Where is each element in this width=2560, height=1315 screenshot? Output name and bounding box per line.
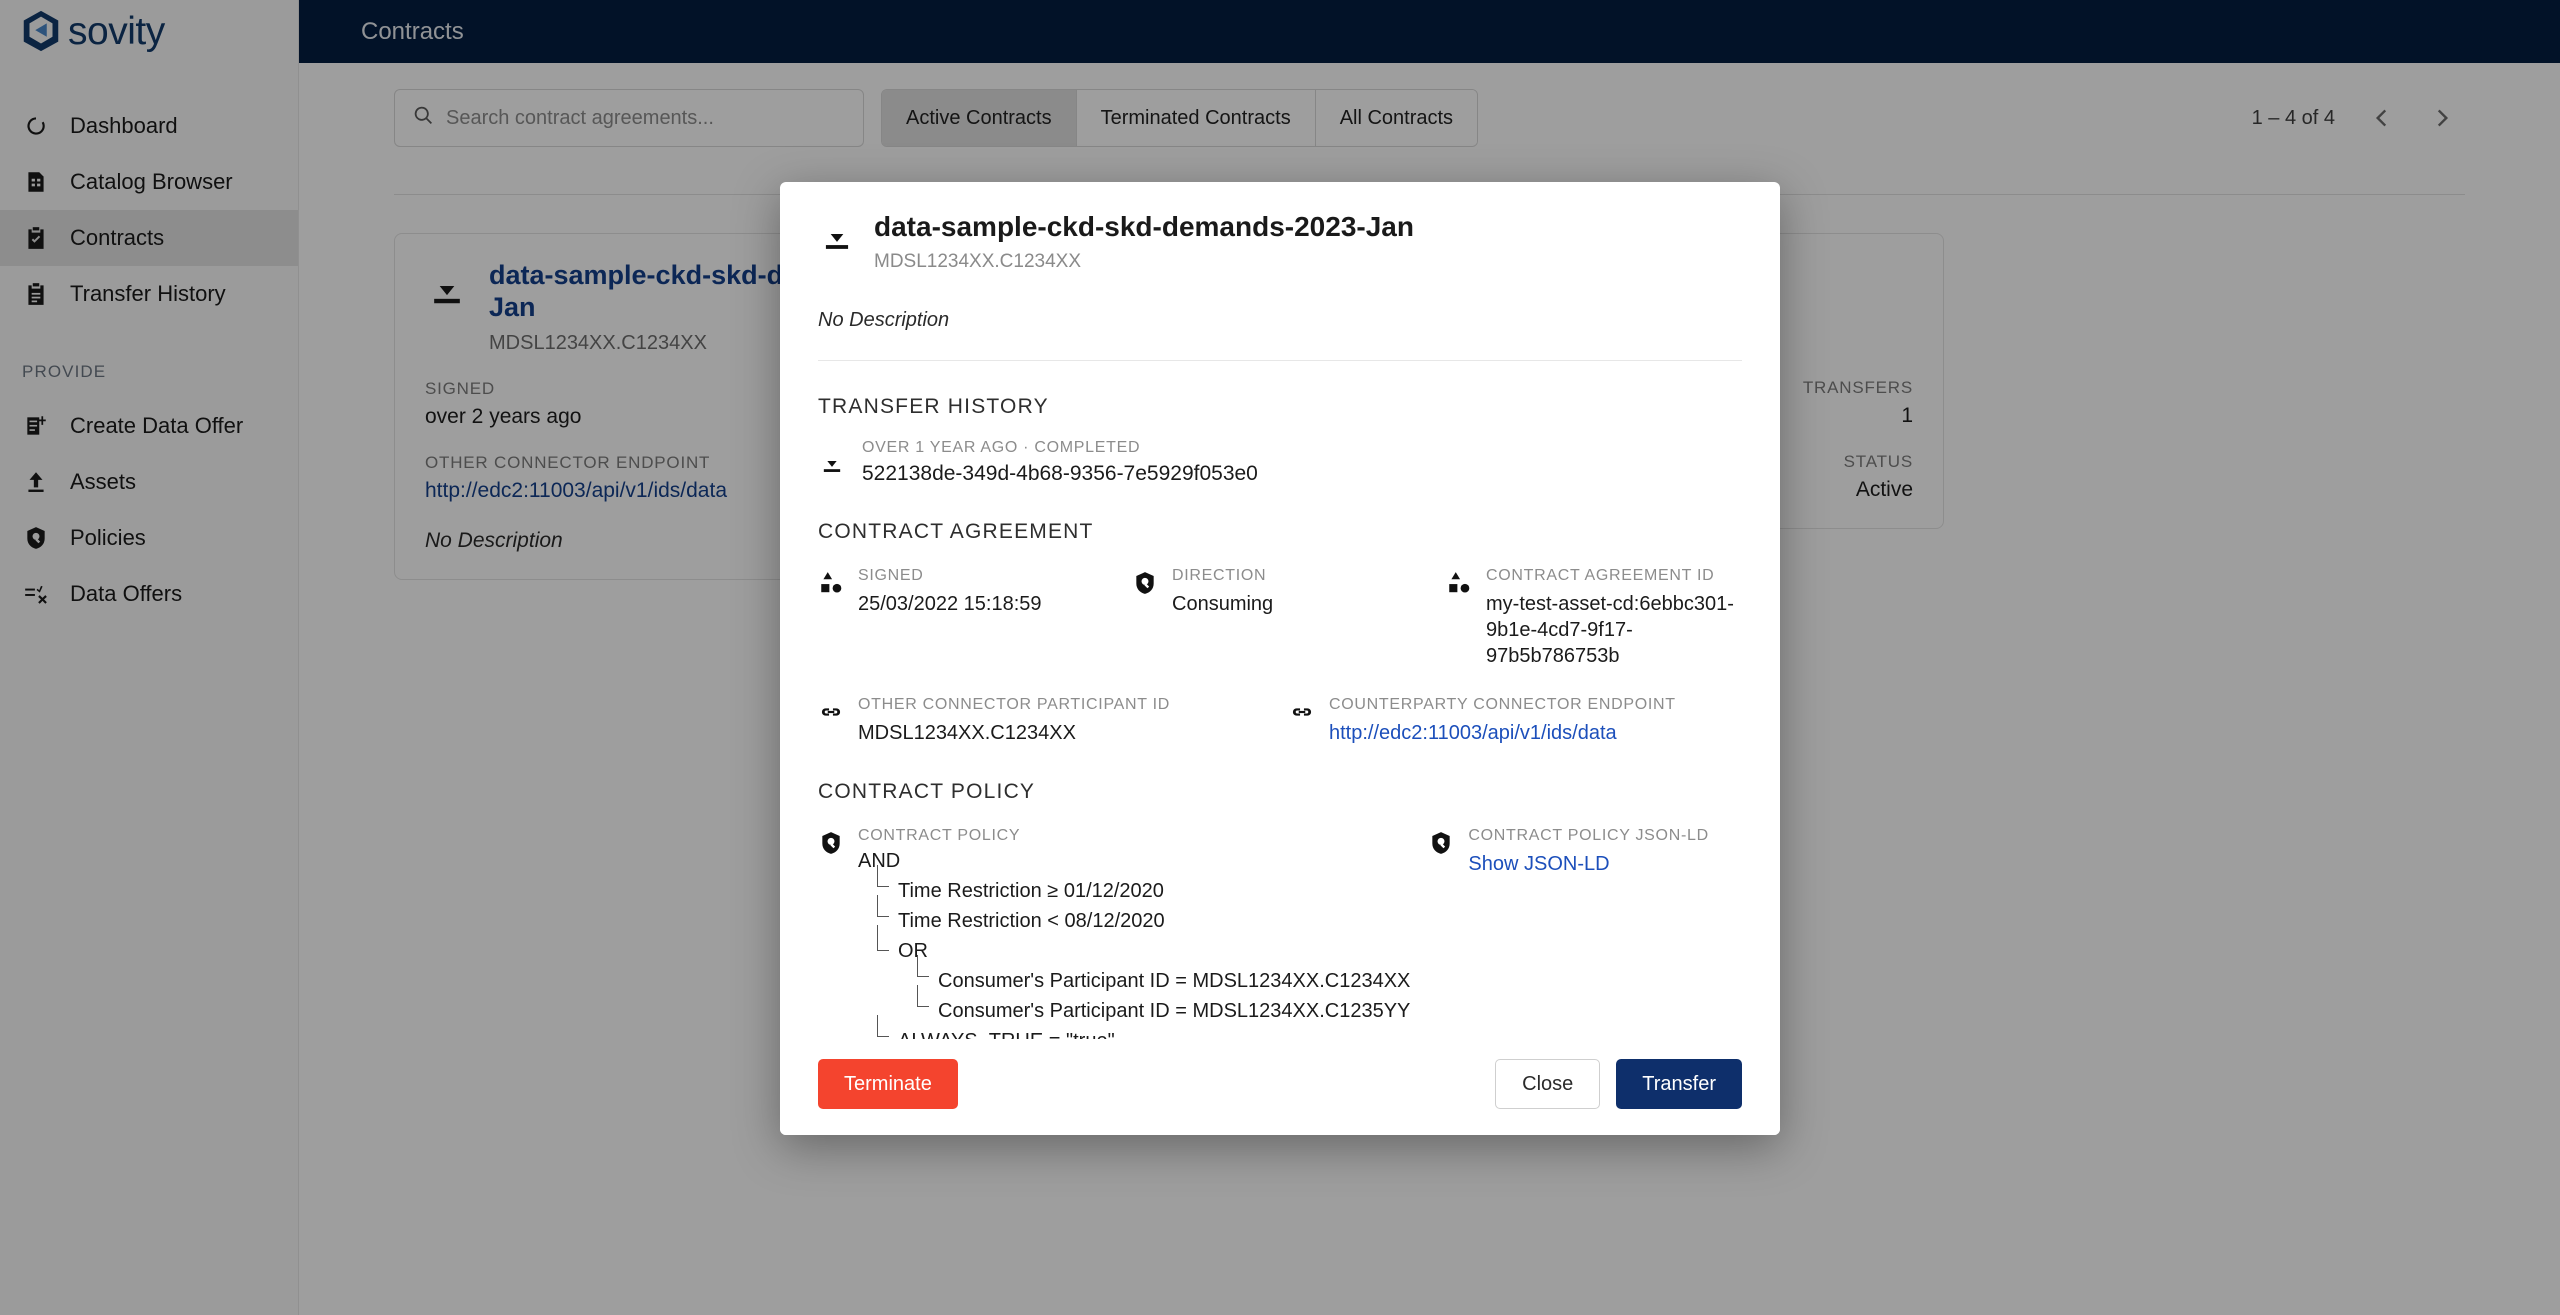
dialog-body: data-sample-ckd-skd-demands-2023-Jan MDS… (780, 182, 1780, 1039)
field-label: DIRECTION (1172, 566, 1267, 584)
policy-rule-group: OR Consumer's Participant ID = MDSL1234X… (877, 925, 1410, 1021)
field-other-connector-participant-id: OTHER CONNECTOR PARTICIPANT ID MDSL1234X… (818, 695, 1271, 746)
field-counterparty-connector-endpoint: COUNTERPARTY CONNECTOR ENDPOINT http://e… (1289, 695, 1742, 746)
field-contract-policy-jsonld: CONTRACT POLICY JSON-LD Show JSON-LD (1428, 826, 1742, 1039)
policy-shield-icon (1132, 570, 1158, 596)
dialog-header: data-sample-ckd-skd-demands-2023-Jan MDS… (818, 211, 1742, 273)
link-icon (818, 699, 844, 725)
field-value: my-test-asset-cd:6ebbc301-9b1e-4cd7-9f17… (1486, 592, 1734, 667)
policy-subrule-list: Consumer's Participant ID = MDSL1234XX.C… (898, 955, 1410, 1021)
field-label: SIGNED (858, 566, 924, 584)
transfer-button[interactable]: Transfer (1616, 1059, 1742, 1109)
app-root: sovity Dashboard Catalog Browser Contrac… (0, 0, 2560, 1315)
field-label: OTHER CONNECTOR PARTICIPANT ID (858, 695, 1170, 713)
download-icon (818, 447, 846, 475)
dialog-description: No Description (818, 308, 950, 331)
download-icon (818, 215, 856, 253)
policy-rule: ALWAYS_TRUE = "true" (877, 1015, 1410, 1039)
policy-subrule: Consumer's Participant ID = MDSL1234XX.C… (917, 955, 1410, 991)
section-title-contract-agreement: CONTRACT AGREEMENT (818, 519, 1094, 543)
field-value: MDSL1234XX.C1234XX (858, 722, 1076, 745)
field-contract-agreement-id: CONTRACT AGREEMENT ID my-test-asset-cd:6… (1446, 566, 1742, 669)
policy-rule: Time Restriction ≥ 01/12/2020 (877, 865, 1410, 901)
show-jsonld-link[interactable]: Show JSON-LD (1468, 851, 1708, 877)
policy-shield-icon (1428, 830, 1454, 856)
transfer-entry-id: 522138de-349d-4b68-9356-7e5929f053e0 (862, 461, 1258, 485)
dialog-subtitle: MDSL1234XX.C1234XX (874, 250, 1082, 272)
field-direction: DIRECTION Consuming (1132, 566, 1428, 669)
policy-subrule: Consumer's Participant ID = MDSL1234XX.C… (917, 985, 1410, 1021)
policy-root: AND (858, 850, 901, 873)
transfer-entry-meta: OVER 1 YEAR AGO · COMPLETED (862, 438, 1141, 456)
contract-policy-block: CONTRACT POLICY AND Time Restriction ≥ 0… (818, 826, 1742, 1039)
section-title-transfer-history: TRANSFER HISTORY (818, 394, 1049, 418)
category-icon (1446, 570, 1472, 596)
policy-shield-icon (818, 830, 844, 856)
transfer-history-entry[interactable]: OVER 1 YEAR AGO · COMPLETED 522138de-349… (818, 439, 1742, 486)
divider (818, 359, 1742, 361)
field-label: COUNTERPARTY CONNECTOR ENDPOINT (1329, 695, 1676, 713)
dialog-footer: Terminate Close Transfer (780, 1039, 1780, 1135)
field-value-link[interactable]: http://edc2:11003/api/v1/ids/data (1329, 720, 1676, 746)
link-icon (1289, 699, 1315, 725)
dialog-title: data-sample-ckd-skd-demands-2023-Jan (874, 211, 1414, 242)
policy-rule-list: Time Restriction ≥ 01/12/2020 Time Restr… (858, 865, 1410, 1039)
contract-agreement-fields: SIGNED 25/03/2022 15:18:59 DIRECTION Con… (818, 566, 1742, 669)
field-contract-policy: CONTRACT POLICY AND Time Restriction ≥ 0… (818, 826, 1410, 1039)
terminate-button[interactable]: Terminate (818, 1059, 958, 1109)
policy-tree: AND Time Restriction ≥ 01/12/2020 Time R… (858, 851, 1410, 1039)
field-value: 25/03/2022 15:18:59 (858, 592, 1042, 615)
section-title-contract-policy: CONTRACT POLICY (818, 780, 1036, 804)
field-label: CONTRACT POLICY JSON-LD (1468, 827, 1709, 845)
field-value: Consuming (1172, 592, 1274, 615)
contract-agreement-fields-row2: OTHER CONNECTOR PARTICIPANT ID MDSL1234X… (818, 695, 1742, 746)
field-label: CONTRACT AGREEMENT ID (1486, 566, 1715, 584)
field-label: CONTRACT POLICY (858, 827, 1021, 845)
close-button[interactable]: Close (1495, 1059, 1601, 1109)
category-icon (818, 570, 844, 596)
policy-rule-operator: OR (898, 940, 928, 963)
field-signed: SIGNED 25/03/2022 15:18:59 (818, 566, 1114, 669)
policy-rule: Time Restriction < 08/12/2020 (877, 895, 1410, 931)
contract-detail-dialog: data-sample-ckd-skd-demands-2023-Jan MDS… (780, 182, 1780, 1135)
